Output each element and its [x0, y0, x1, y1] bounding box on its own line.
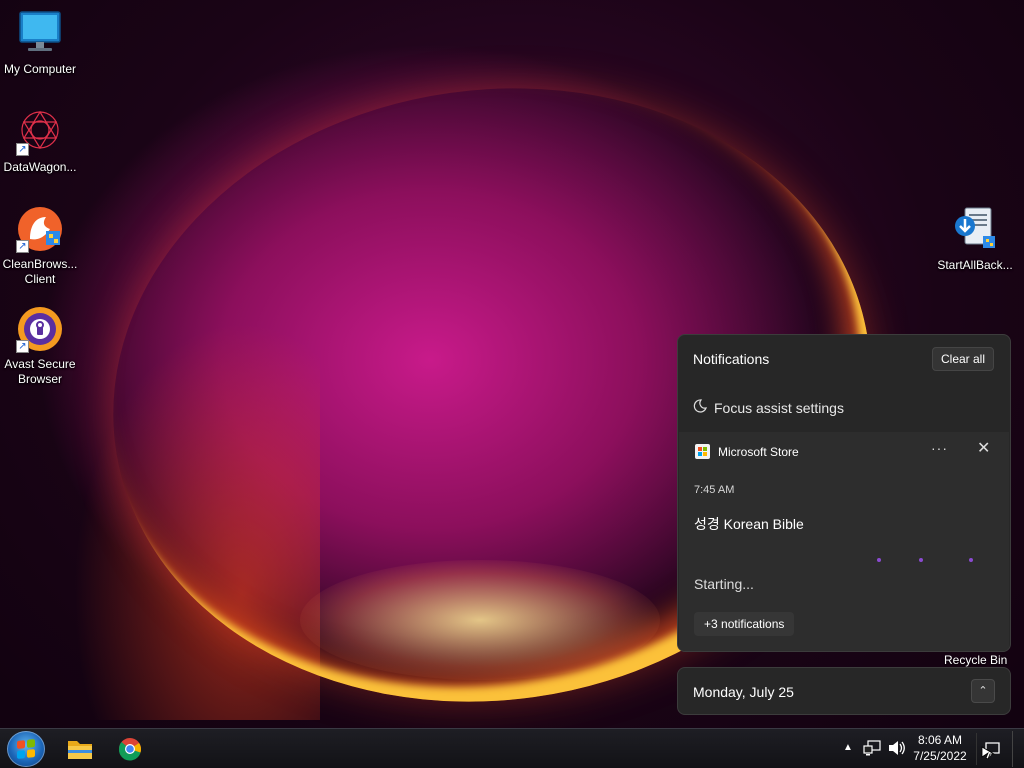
network-icon[interactable] [863, 739, 881, 757]
action-center-button[interactable] [976, 733, 1006, 765]
desktop-icon-label: Avast Secure Browser [4, 357, 76, 386]
toast-app-name: Microsoft Store [718, 444, 799, 459]
datawagon-icon: ↗ [16, 108, 64, 156]
notification-panel: Notifications Clear all Focus assist set… [677, 334, 1011, 652]
wallpaper-glow-bottom [300, 560, 660, 680]
desktop-icon-avast[interactable]: ↗ Avast Secure Browser [0, 305, 80, 387]
desktop-icon-startallback[interactable]: StartAllBack... [935, 206, 1015, 273]
monitor-icon [16, 10, 64, 58]
focus-assist-label: Focus assist settings [714, 399, 844, 416]
desktop-icon-my-computer[interactable]: My Computer [0, 10, 80, 77]
taskbar: ▲ 8:06 AM 7/25/2022 [0, 728, 1024, 768]
clock-date: 7/25/2022 [913, 749, 967, 763]
progress-dot [919, 558, 923, 562]
show-desktop-button[interactable] [1012, 731, 1020, 767]
progress-dots [877, 558, 977, 564]
progress-dot [877, 558, 881, 562]
desktop-icon-cleanbrowsing[interactable]: ↗ CleanBrows... Client [0, 205, 80, 287]
desktop-icon-label: CleanBrows... Client [2, 257, 78, 286]
shortcut-arrow-icon: ↗ [16, 240, 29, 253]
recycle-bin-label[interactable]: Recycle Bin [944, 653, 1007, 667]
startallback-icon [951, 206, 999, 254]
taskbar-clock[interactable]: 8:06 AM 7/25/2022 [908, 732, 972, 764]
toast-title: 성경 Korean Bible [694, 516, 804, 532]
tray-overflow-chevron-icon[interactable]: ▲ [843, 742, 853, 753]
volume-icon[interactable] [887, 739, 907, 757]
desktop-icon-label: My Computer [3, 62, 77, 76]
notifications-title: Notifications [693, 351, 770, 367]
shortcut-arrow-icon: ↗ [16, 340, 29, 353]
calendar-date: Monday, July 25 [693, 684, 794, 700]
shortcut-arrow-icon: ↗ [16, 143, 29, 156]
toast-notification[interactable]: Microsoft Store ··· ✕ 7:45 AM 성경 Korean … [679, 432, 1009, 651]
toast-app-header: Microsoft Store [695, 444, 799, 459]
progress-dot [969, 558, 973, 562]
chrome-icon[interactable] [113, 733, 147, 765]
toast-status: Starting... [694, 576, 754, 592]
more-notifications-button[interactable]: +3 notifications [694, 612, 795, 636]
desktop-icon-label: DataWagon... [3, 160, 77, 174]
toast-time: 7:45 AM [694, 484, 735, 496]
windows-logo-icon [17, 739, 35, 759]
start-button[interactable] [7, 731, 45, 767]
desktop-icon-label: StartAllBack... [937, 258, 1013, 272]
close-icon[interactable]: ✕ [977, 438, 990, 458]
calendar-panel: Monday, July 25 ⌃ [677, 667, 1011, 715]
clock-time: 8:06 AM [917, 733, 963, 747]
more-options-icon[interactable]: ··· [931, 440, 948, 456]
desktop-icon-datawagon[interactable]: ↗ DataWagon... [0, 108, 80, 175]
file-explorer-icon[interactable] [63, 733, 97, 765]
cleanbrowsing-icon: ↗ [16, 205, 64, 253]
moon-icon [693, 399, 707, 416]
focus-assist-settings-link[interactable]: Focus assist settings [693, 399, 844, 416]
microsoft-store-icon [695, 444, 710, 459]
chevron-up-icon[interactable]: ⌃ [971, 679, 995, 703]
clear-all-button[interactable]: Clear all [932, 347, 994, 371]
avast-browser-icon: ↗ [16, 305, 64, 353]
